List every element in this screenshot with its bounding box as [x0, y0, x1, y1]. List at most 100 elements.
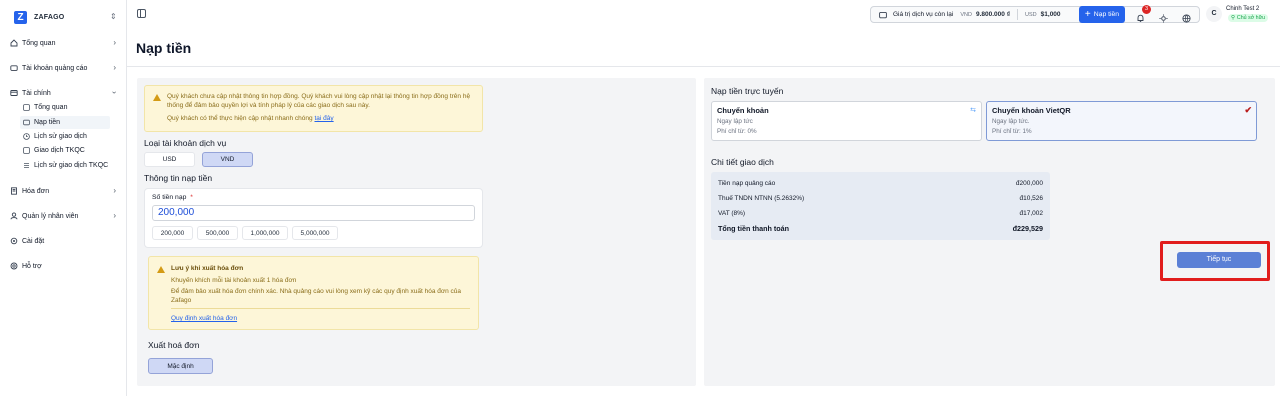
- total-row: Tổng tiền thanh toán đ229,529: [718, 224, 1043, 233]
- account-type-title: Loại tài khoản dịch vụ: [144, 138, 227, 148]
- detail-label: VAT (8%): [718, 210, 746, 217]
- service-value-label: Giá trị dịch vụ còn lại: [893, 11, 954, 18]
- sidebar-subitem-ad-transactions[interactable]: Giao dịch TKQC: [20, 144, 110, 157]
- notification-badge: 3: [1142, 5, 1151, 14]
- chevron-right-icon: ›: [113, 211, 116, 220]
- amount-input[interactable]: 200,000: [152, 205, 475, 221]
- detail-row: VAT (8%) đ17,002: [718, 210, 1043, 217]
- user-check-icon: ⚲: [1231, 15, 1235, 21]
- total-label: Tổng tiền thanh toán: [718, 224, 790, 233]
- method-bank-transfer[interactable]: Chuyển khoản Ngay lập tức Phí chỉ từ: 0%…: [711, 101, 982, 141]
- invoice-note-line2: Để đảm bảo xuất hóa đơn chính xác. Nhà q…: [171, 288, 462, 304]
- overview-icon: [23, 104, 30, 111]
- wallet-icon: [879, 11, 887, 19]
- quick-amount-1000000[interactable]: 1,000,000: [242, 226, 288, 240]
- update-contract-link[interactable]: tại đây: [314, 115, 333, 122]
- detail-label: Thuế TNDN NTNN (5.2632%): [718, 195, 805, 202]
- sidebar-subitem-label: Tổng quan: [34, 104, 68, 111]
- online-deposit-title: Nạp tiền trực tuyến: [711, 86, 784, 96]
- sidebar-subitem-finance-overview[interactable]: Tổng quan: [20, 101, 110, 114]
- warning-icon: [153, 94, 161, 101]
- globe-icon[interactable]: [1182, 10, 1191, 28]
- sidebar-subitem-deposit[interactable]: Nạp tiền: [20, 116, 110, 129]
- sidebar-toggle-icon[interactable]: [137, 9, 146, 18]
- sidebar-subitem-label: Lịch sử giao dịch: [34, 133, 87, 140]
- role-label: Chủ sở hữu: [1236, 15, 1266, 21]
- method-name: Chuyển khoản: [717, 106, 769, 115]
- warning-icon: [157, 266, 165, 273]
- vietqr-icon: ✔: [1244, 105, 1252, 115]
- details-title: Chi tiết giao dịch: [711, 157, 774, 167]
- sidebar-item-support[interactable]: Hỗ trợ: [10, 262, 42, 270]
- plus-icon: +: [1084, 8, 1091, 20]
- usd-balance: $1,000: [1040, 11, 1061, 18]
- finance-icon: [10, 89, 18, 97]
- sidebar-item-invoices[interactable]: Hóa đơn: [10, 187, 49, 195]
- account-type-vnd[interactable]: VND: [202, 152, 253, 167]
- wallet-icon: [10, 64, 18, 72]
- sidebar-item-ad-accounts[interactable]: Tài khoản quảng cáo: [10, 64, 87, 72]
- invoice-note: Lưu ý khi xuất hóa đơn Khuyến khích mỗi …: [148, 256, 479, 330]
- contract-warning: Quý khách chưa cập nhật thông tin hợp đồ…: [144, 85, 483, 132]
- invoice-rules-link[interactable]: Quy định xuất hóa đơn: [171, 315, 237, 322]
- vnd-balance: 9.800.000 ₫: [975, 11, 1011, 18]
- detail-label: Tiền nạp quảng cáo: [718, 180, 776, 187]
- transfer-icon: ⇆: [970, 107, 976, 114]
- vnd-label: VND: [960, 11, 972, 18]
- sidebar-subitem-ad-transaction-history[interactable]: Lịch sử giao dịch TKQC: [20, 159, 120, 172]
- quick-amount-5000000[interactable]: 5,000,000: [292, 226, 338, 240]
- quick-amount-500000[interactable]: 500,000: [197, 226, 238, 240]
- sidebar-item-label: Tài khoản quảng cáo: [22, 64, 88, 72]
- sidebar-item-staff[interactable]: Quản lý nhân viên: [10, 212, 78, 220]
- method-speed: Ngay lập tức: [717, 118, 753, 125]
- method-fee: Phí chỉ từ: 1%: [992, 128, 1032, 135]
- brand-name: ZAFAGO: [34, 14, 65, 21]
- workspace-switch-icon[interactable]: ⇕: [110, 12, 117, 21]
- sun-icon[interactable]: [1159, 10, 1168, 28]
- detail-row: Tiền nạp quảng cáo đ200,000: [718, 180, 1043, 187]
- sidebar-item-settings[interactable]: Cài đặt: [10, 237, 44, 245]
- invoice-default-button[interactable]: Mặc định: [148, 358, 213, 374]
- method-vietqr[interactable]: Chuyển khoản VietQR Ngay lập tức. Phí ch…: [986, 101, 1257, 141]
- deposit-button-label: Nạp tiền: [1093, 11, 1120, 18]
- contract-warning-link-prefix: Quý khách có thể thực hiện cập nhật nhan…: [167, 115, 313, 122]
- history-icon: [23, 133, 30, 140]
- sidebar-item-finance[interactable]: Tài chính: [10, 89, 51, 97]
- transactions-icon: [23, 147, 30, 154]
- continue-button[interactable]: Tiếp tục: [1177, 252, 1261, 268]
- detail-value: đ200,000: [1015, 180, 1043, 187]
- chevron-right-icon: ›: [113, 186, 116, 195]
- invoice-note-line1: Khuyến khích mỗi tài khoản xuất 1 hóa đơ…: [171, 277, 297, 284]
- detail-value: đ17,002: [1019, 210, 1044, 217]
- sidebar-item-label: Hóa đơn: [22, 187, 50, 195]
- gear-icon: [10, 237, 18, 245]
- sidebar-subitem-transaction-history[interactable]: Lịch sử giao dịch: [20, 130, 110, 143]
- deposit-info-title: Thông tin nạp tiền: [144, 173, 213, 183]
- support-icon: [10, 262, 18, 270]
- chevron-right-icon: ›: [113, 38, 116, 47]
- avatar[interactable]: C: [1206, 6, 1222, 22]
- sidebar-item-label: Tài chính: [22, 89, 51, 97]
- sidebar-subitem-label: Giao dịch TKQC: [34, 147, 85, 154]
- sidebar-item-label: Hỗ trợ: [22, 262, 42, 270]
- account-type-usd[interactable]: USD: [144, 152, 195, 167]
- topbar-deposit-button[interactable]: + Nạp tiền: [1079, 6, 1125, 23]
- zafago-logo: Z: [14, 11, 27, 24]
- sidebar-subitem-label: Lịch sử giao dịch TKQC: [34, 162, 109, 169]
- deposit-icon: [23, 119, 30, 126]
- quick-amount-200000[interactable]: 200,000: [152, 226, 193, 240]
- divider: [127, 66, 1280, 67]
- topbar: Giá trị dịch vụ còn lại VND 9.800.000 ₫ …: [128, 0, 1280, 30]
- usd-label: USD: [1025, 11, 1037, 18]
- sidebar: Z ZAFAGO ⇕ Tổng quan › Tài khoản quảng c…: [0, 0, 127, 396]
- invoice-note-title: Lưu ý khi xuất hóa đơn: [171, 265, 244, 272]
- detail-value: đ10,526: [1019, 195, 1044, 202]
- method-name: Chuyển khoản VietQR: [992, 106, 1071, 115]
- sidebar-item-overview[interactable]: Tổng quan: [10, 39, 55, 47]
- users-icon: [10, 212, 18, 220]
- method-speed: Ngay lập tức.: [992, 118, 1030, 125]
- sidebar-item-label: Quản lý nhân viên: [22, 212, 79, 220]
- amount-label: Số tiền nạp *: [152, 194, 193, 201]
- sidebar-item-label: Tổng quan: [22, 39, 56, 47]
- chevron-down-icon: ›: [110, 91, 120, 94]
